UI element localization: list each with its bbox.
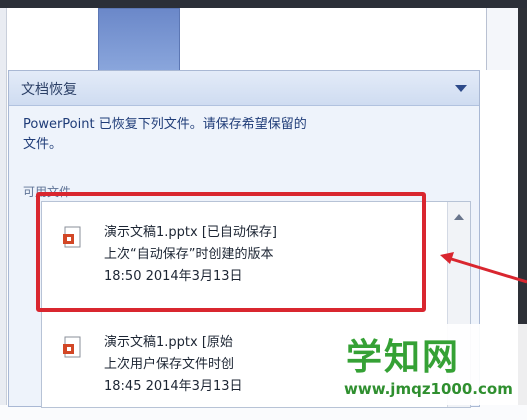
watermark-url: www.jmqz1000.com xyxy=(344,380,513,398)
slide-thumbnail-tab[interactable] xyxy=(98,8,180,72)
site-watermark: 学知网 www.jmqz1000.com xyxy=(310,324,527,405)
red-highlight-box xyxy=(36,192,426,312)
left-edge xyxy=(0,8,7,405)
recovery-description: PowerPoint 已恢复下列文件。请保存希望保留的 文件。 xyxy=(23,115,463,155)
powerpoint-file-icon xyxy=(63,336,81,358)
window-top-edge xyxy=(0,0,527,8)
chevron-down-icon[interactable] xyxy=(455,83,467,93)
pane-title: 文档恢复 xyxy=(21,82,77,98)
scroll-up-icon[interactable] xyxy=(454,214,464,220)
file-item-text: 演示文稿1.pptx [原始 上次用户保存文件时创 18:45 2014年3月1… xyxy=(104,332,243,398)
file-timestamp: 18:45 2014年3月13日 xyxy=(104,379,243,394)
file-version-detail: 上次用户保存文件时创 xyxy=(104,357,235,372)
window-frame xyxy=(486,8,519,70)
description-line-1: PowerPoint 已恢复下列文件。请保存希望保留的 xyxy=(23,117,307,132)
watermark-brand: 学知网 xyxy=(346,337,461,378)
file-name-status: 演示文稿1.pptx [原始 xyxy=(104,335,233,350)
description-line-2: 文件。 xyxy=(23,137,63,152)
pane-header: 文档恢复 xyxy=(9,71,479,106)
